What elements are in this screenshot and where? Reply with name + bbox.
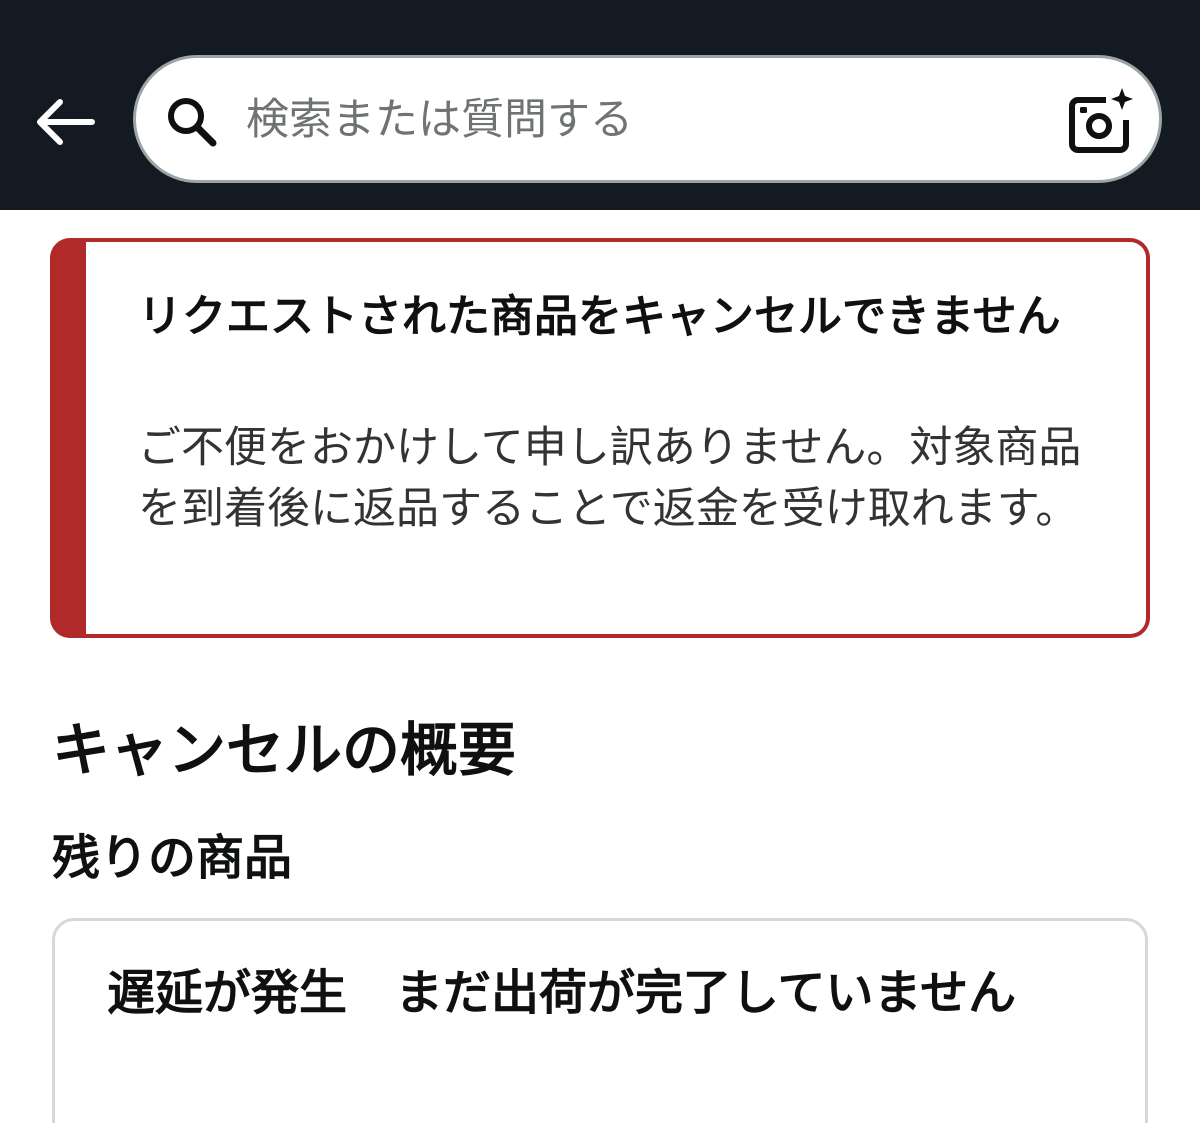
alert-message: ご不便をおかけして申し訳ありません。対象商品を到着後に返品することで返金を受け取… [138,423,1082,534]
item-delivery-status: 遅延が発生 まだ出荷が完了していません [107,965,1017,1021]
search-input[interactable] [246,78,1036,162]
remaining-items-heading: 残りの商品 [52,830,293,886]
cancel-error-alert: リクエストされた商品をキャンセルできません ご不便をおかけして申し訳ありません。… [50,238,1150,638]
arrow-left-icon [37,99,95,145]
search-bar[interactable] [133,55,1162,183]
search-icon [168,98,217,147]
back-button[interactable] [30,90,100,154]
camera-icon [1069,88,1133,153]
cancel-summary-heading: キャンセルの概要 [52,716,517,784]
alert-title: リクエストされた商品をキャンセルできません [138,291,1061,342]
remaining-item-card: 遅延が発生 まだ出荷が完了していません [52,918,1148,1123]
camera-search-button[interactable] [1066,86,1136,156]
top-bar [0,0,1200,210]
